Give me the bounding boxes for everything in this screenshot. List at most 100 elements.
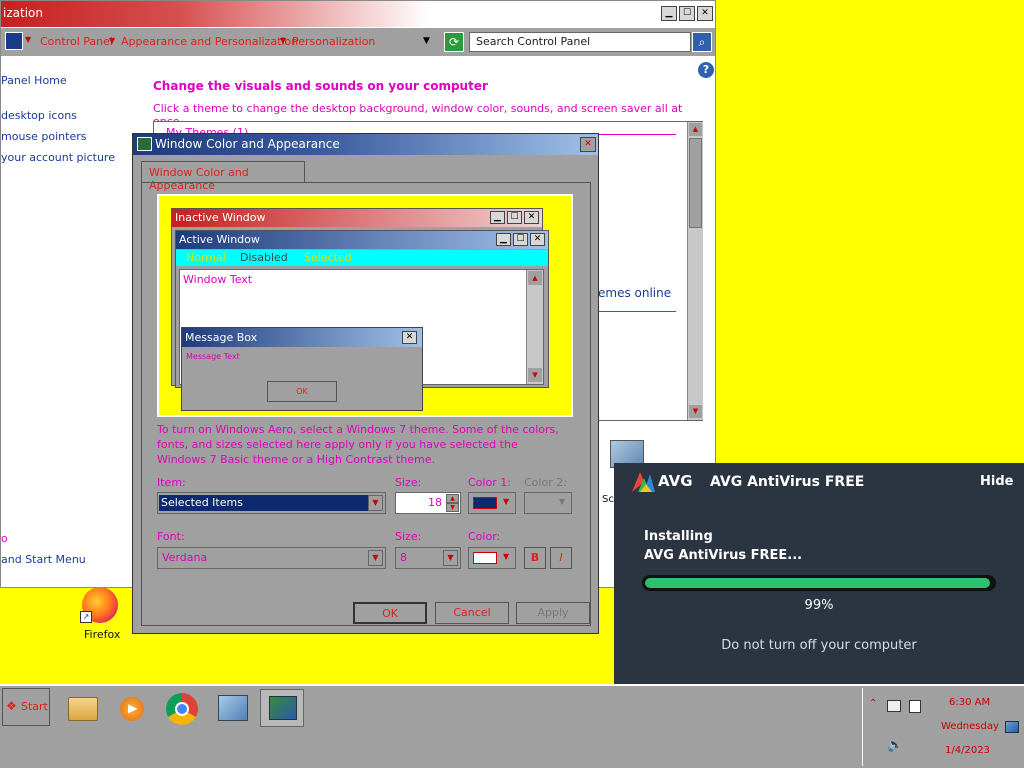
scroll-down-icon[interactable]: ▼: [689, 405, 702, 418]
history-dropdown-icon[interactable]: ▼: [423, 36, 430, 46]
font-color-label: Color:: [468, 530, 501, 543]
get-themes-online-link[interactable]: emes online: [598, 286, 671, 300]
spin-up-icon[interactable]: ▲: [446, 494, 459, 503]
show-hidden-icons[interactable]: ⌃: [869, 698, 877, 709]
volume-icon[interactable]: 🔈: [887, 738, 903, 753]
avg-status-line2: AVG AntiVirus FREE...: [644, 548, 803, 563]
dialog-close-button[interactable]: ✕: [580, 137, 596, 152]
font-size-select[interactable]: 8 ▼: [395, 547, 461, 569]
firefox-shortcut[interactable]: ↗: [80, 587, 124, 627]
color2-picker[interactable]: ▼: [524, 492, 572, 514]
firefox-label: Firefox: [84, 628, 121, 641]
shortcut-arrow-icon: ↗: [80, 611, 92, 623]
preview-message-box[interactable]: Message Box ✕ Message Text OK: [181, 327, 423, 411]
system-tray: ⌃ 🔈 6:30 AM Wednesday 1/4/2023: [862, 688, 1022, 766]
maximize-button[interactable]: ☐: [679, 6, 695, 21]
dialog-titlebar[interactable]: Window Color and Appearance ✕: [133, 134, 598, 155]
scroll-down-icon: ▼: [528, 368, 542, 382]
desktop-icon: [269, 696, 297, 720]
breadcrumb-appearance[interactable]: Appearance and Personalization: [121, 35, 298, 48]
scroll-thumb[interactable]: [689, 138, 702, 228]
menu-disabled: Disabled: [240, 251, 288, 264]
item-size-spinner[interactable]: 18 ▲ ▼: [395, 492, 461, 514]
close-icon: ✕: [524, 211, 539, 224]
spin-down-icon[interactable]: ▼: [446, 503, 459, 512]
cancel-button[interactable]: Cancel: [435, 602, 509, 624]
avg-installer-popup: AVG AVG AntiVirus FREE Hide Installing A…: [614, 463, 1024, 685]
nav-link-start-menu[interactable]: and Start Menu: [1, 553, 86, 566]
chevron-down-icon[interactable]: ▼: [443, 550, 458, 566]
show-desktop-button[interactable]: [1005, 721, 1019, 733]
font-color-picker[interactable]: ▼: [468, 547, 516, 569]
scroll-up-icon[interactable]: ▲: [689, 123, 702, 136]
font-color-swatch: [473, 552, 497, 564]
network-icon[interactable]: [887, 700, 901, 712]
item-size-label: Size:: [395, 476, 422, 489]
media-player-icon[interactable]: ▶: [110, 689, 154, 727]
menu-normal: Normal: [186, 251, 226, 264]
font-size-label: Size:: [395, 530, 422, 543]
tab-window-color[interactable]: Window Color and Appearance: [141, 161, 305, 192]
clock-time[interactable]: 6:30 AM: [949, 697, 990, 708]
appearance-preview[interactable]: Inactive Window ▁ ☐ ✕ Active Window ▁ ☐ …: [157, 194, 573, 417]
search-icon[interactable]: ⌕: [692, 32, 712, 52]
action-center-flag-icon[interactable]: [909, 700, 921, 713]
aero-info-text: To turn on Windows Aero, select a Window…: [157, 423, 559, 466]
search-input[interactable]: Search Control Panel: [469, 32, 691, 52]
chevron-icon[interactable]: ▼: [25, 35, 31, 44]
color1-swatch: [473, 497, 497, 509]
active-title: Active Window: [179, 233, 260, 246]
explorer-icon[interactable]: [60, 689, 104, 727]
chrome-icon[interactable]: [160, 689, 204, 727]
italic-toggle[interactable]: I: [550, 547, 572, 569]
chevron-down-icon: ▼: [503, 552, 510, 561]
nav-link-desktop-icons[interactable]: desktop icons: [1, 109, 77, 122]
nav-link-partial[interactable]: o: [1, 532, 8, 545]
item-selected-value: Selected Items: [159, 495, 368, 511]
clock-date[interactable]: 1/4/2023: [945, 745, 990, 756]
ok-button[interactable]: OK: [353, 602, 427, 624]
msgbox-text: Message Text: [186, 352, 240, 361]
page-heading: Change the visuals and sounds on your co…: [153, 79, 488, 93]
minimize-button[interactable]: ▁: [661, 6, 677, 21]
apply-button[interactable]: Apply: [516, 602, 590, 624]
nav-link-home[interactable]: Panel Home: [1, 74, 67, 87]
item-select[interactable]: Selected Items ▼: [157, 492, 386, 514]
breadcrumb-personalization[interactable]: Personalization: [292, 35, 375, 48]
font-select[interactable]: Verdana ▼: [157, 547, 386, 569]
nav-link-mouse-pointers[interactable]: mouse pointers: [1, 130, 87, 143]
menu-selected: Selected: [304, 251, 352, 264]
avg-status-line1: Installing: [644, 529, 713, 544]
nav-link-account-picture[interactable]: your account picture: [1, 151, 115, 164]
themes-scrollbar[interactable]: ▲ ▼: [687, 122, 703, 420]
control-panel-icon: [5, 32, 23, 50]
control-panel-titlebar[interactable]: ization ▁ ☐ ✕: [1, 1, 715, 27]
window-title: ization: [3, 6, 43, 20]
play-glyph-icon: ▶: [128, 701, 138, 715]
start-label: Start: [21, 700, 48, 713]
monitor-icon: [218, 695, 248, 721]
clock-day[interactable]: Wednesday: [941, 721, 999, 732]
refresh-icon[interactable]: ⟳: [444, 32, 464, 52]
avg-hide-button[interactable]: Hide: [980, 474, 1013, 489]
inactive-title: Inactive Window: [175, 211, 266, 224]
color1-picker[interactable]: ▼: [468, 492, 516, 514]
chevron-down-icon[interactable]: ▼: [368, 495, 383, 511]
font-label: Font:: [157, 530, 185, 543]
start-button[interactable]: ❖ Start: [2, 688, 50, 726]
bold-toggle[interactable]: B: [524, 547, 546, 569]
avg-progress-text: 99%: [804, 598, 834, 613]
chevron-icon[interactable]: ▼: [280, 36, 286, 45]
avg-progress-track: [642, 575, 996, 591]
close-button[interactable]: ✕: [697, 6, 713, 21]
control-panel-taskbar-icon[interactable]: [210, 689, 254, 727]
msgbox-titlebar: Message Box ✕: [182, 328, 422, 347]
font-value: Verdana: [162, 551, 208, 564]
personalization-taskbar-icon[interactable]: [260, 689, 304, 727]
help-icon[interactable]: ?: [698, 62, 714, 78]
chevron-icon[interactable]: ▼: [109, 36, 115, 45]
breadcrumb-control-panel[interactable]: Control Panel: [40, 35, 113, 48]
item-label: Item:: [157, 476, 186, 489]
minimize-icon: ▁: [490, 211, 505, 224]
chevron-down-icon[interactable]: ▼: [368, 550, 383, 566]
